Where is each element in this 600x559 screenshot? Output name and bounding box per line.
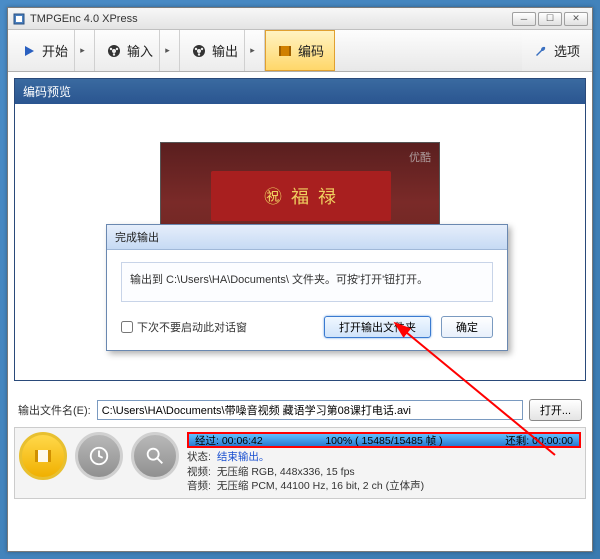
main-toolbar: 开始 ▸ 输入 ▸ 输出 ▸ 编码 选项 [8,30,592,72]
output-path-row: 输出文件名(E): 打开... [14,399,586,421]
toolbar-encode[interactable]: 编码 [265,30,335,71]
watermark: 优酷 [409,149,431,165]
bottom-bar: 经过: 00:06:42 100% ( 15485/15485 帧 ) 还剩: … [14,427,586,499]
preview-zoom-button[interactable] [131,432,179,480]
dialog-title[interactable]: 完成输出 [107,225,507,250]
completion-dialog: 完成输出 输出到 C:\Users\HA\Documents\ 文件夹。可按'打… [106,224,508,351]
dropdown-icon[interactable]: ▸ [159,30,169,71]
toolbar-output[interactable]: 输出 ▸ [180,30,265,71]
play-icon [20,42,38,60]
open-folder-button[interactable]: 打开输出文件夹 [324,316,431,338]
minimize-button[interactable]: ─ [512,12,536,26]
preview-header: 编码预览 [15,79,585,104]
open-output-button[interactable]: 打开... [529,399,582,421]
close-button[interactable]: ✕ [564,12,588,26]
reel-icon [190,42,208,60]
dropdown-icon[interactable]: ▸ [74,30,84,71]
toolbar-options[interactable]: 选项 [522,30,590,71]
status-value: 结束输出。 [217,450,270,465]
output-path-input[interactable] [97,400,523,420]
dialog-message: 输出到 C:\Users\HA\Documents\ 文件夹。可按'打开'钮打开… [121,262,493,302]
app-icon [12,12,26,26]
titlebar[interactable]: TMPGEnc 4.0 XPress ─ ☐ ✕ [8,8,592,30]
maximize-button[interactable]: ☐ [538,12,562,26]
window-title: TMPGEnc 4.0 XPress [30,13,512,25]
video-info: 无压缩 RGB, 448x336, 15 fps [217,465,355,480]
encode-start-button[interactable] [19,432,67,480]
progress-bar: 经过: 00:06:42 100% ( 15485/15485 帧 ) 还剩: … [187,432,581,448]
ok-button[interactable]: 确定 [441,316,493,338]
output-label: 输出文件名(E): [18,402,91,418]
toolbar-input[interactable]: 输入 ▸ [95,30,180,71]
audio-info: 无压缩 PCM, 44100 Hz, 16 bit, 2 ch (立体声) [217,479,424,494]
dont-show-again[interactable]: 下次不要启动此对话窗 [121,319,314,335]
filmstrip-icon [276,42,294,60]
toolbar-start[interactable]: 开始 ▸ [10,30,95,71]
wrench-icon [532,42,550,60]
dont-show-checkbox[interactable] [121,321,133,333]
dropdown-icon[interactable]: ▸ [244,30,254,71]
reel-icon [105,42,123,60]
pause-button[interactable] [75,432,123,480]
